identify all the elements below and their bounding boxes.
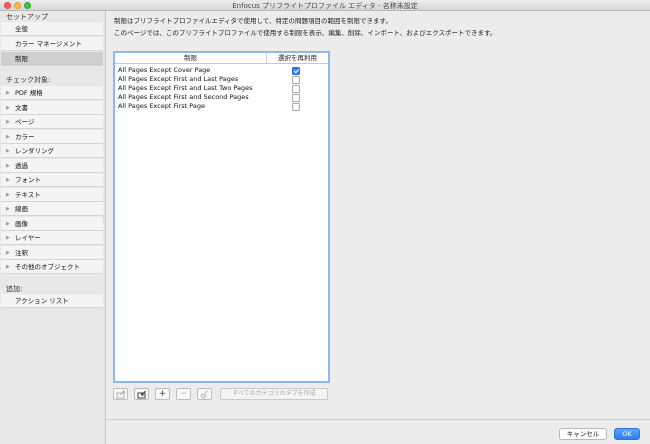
table-row[interactable]: All Pages Except First and Last Two Page… <box>115 84 328 93</box>
table-row[interactable]: All Pages Except Cover Page <box>115 66 328 75</box>
restrictions-table[interactable]: 制限 選択を再利用 All Pages Except Cover Page Al… <box>113 51 330 383</box>
disclosure-triangle-icon[interactable]: ▶ <box>6 188 10 202</box>
disclosure-triangle-icon[interactable]: ▶ <box>6 202 10 216</box>
disclosure-triangle-icon[interactable]: ▶ <box>6 231 10 245</box>
sidebar-item-restrictions[interactable]: 制限 <box>1 52 103 66</box>
sidebar-item-fonts[interactable]: ▶ フォント <box>1 173 103 187</box>
restriction-name: All Pages Except First and Last Two Page… <box>118 84 253 92</box>
disclosure-triangle-icon[interactable]: ▶ <box>6 101 10 115</box>
add-restriction-button[interactable]: + <box>155 388 170 400</box>
disclosure-triangle-icon[interactable]: ▶ <box>6 217 10 231</box>
sidebar-item-text[interactable]: ▶ テキスト <box>1 187 103 202</box>
sidebar-item-label: 全般 <box>15 25 28 33</box>
sidebar-item-label: レイヤー <box>15 234 41 242</box>
disclosure-triangle-icon[interactable]: ▶ <box>6 86 10 100</box>
sidebar-item-line-art[interactable]: ▶ 線画 <box>1 202 103 216</box>
column-header-reuse-selection[interactable]: 選択を再利用 <box>267 53 328 64</box>
make-tabs-for-all-categories-button[interactable]: すべてのカテゴリのタブを作成 <box>220 388 328 400</box>
table-row[interactable]: All Pages Except First and Last Pages <box>115 75 328 84</box>
disclosure-triangle-icon[interactable]: ▶ <box>6 173 10 187</box>
restriction-name: All Pages Except Cover Page <box>118 66 211 74</box>
sidebar-item-document[interactable]: ▶ 文書 <box>1 100 103 115</box>
restriction-name: All Pages Except First and Last Pages <box>118 75 239 83</box>
sidebar-item-label: 線画 <box>15 205 28 213</box>
disclosure-triangle-icon[interactable]: ▶ <box>6 159 10 173</box>
reuse-checkbox[interactable] <box>292 94 300 102</box>
check-header: チェック対象: <box>6 76 51 84</box>
table-row[interactable]: All Pages Except First and Second Pages <box>115 93 328 102</box>
reuse-checkbox[interactable] <box>292 67 300 75</box>
column-header-restriction[interactable]: 制限 <box>115 53 267 64</box>
restriction-name: All Pages Except First Page <box>118 102 205 110</box>
sidebar-item-label: 文書 <box>15 103 28 112</box>
sidebar: セットアップ 全般 カラー マネージメント 制限 チェック対象: ▶ PDF 規格… <box>0 11 107 444</box>
disclosure-triangle-icon[interactable]: ▶ <box>6 246 10 260</box>
description-line-2: このページでは、このプリフライトプロファイルで使用する制限を表示、編集、削除、イ… <box>114 29 497 37</box>
sidebar-item-label: 制限 <box>15 55 28 63</box>
add-header: 追加: <box>6 285 23 293</box>
sidebar-item-action-list[interactable]: アクション リスト <box>1 294 103 308</box>
sidebar-item-layers[interactable]: ▶ レイヤー <box>1 231 103 245</box>
table-header: 制限 選択を再利用 <box>115 53 328 64</box>
sidebar-item-transparency[interactable]: ▶ 透過 <box>1 158 103 173</box>
export-icon <box>116 390 125 399</box>
sidebar-item-label: 透過 <box>15 161 28 170</box>
import-icon <box>137 390 146 399</box>
sidebar-item-label: 注釈 <box>15 248 28 257</box>
footer-divider <box>107 419 650 420</box>
setup-header: セットアップ <box>6 13 48 21</box>
reuse-checkbox[interactable] <box>292 76 300 84</box>
sidebar-item-page[interactable]: ▶ ページ <box>1 115 103 129</box>
restriction-name: All Pages Except First and Second Pages <box>118 93 249 101</box>
broom-icon <box>200 390 208 399</box>
splitter-handle-icon[interactable]: ⋮ <box>101 216 107 224</box>
sidebar-item-label: PDF 規格 <box>15 89 43 97</box>
sidebar-item-annotations[interactable]: ▶ 注釈 <box>1 245 103 260</box>
sidebar-item-label: ページ <box>15 118 35 126</box>
table-row[interactable]: All Pages Except First Page <box>115 102 328 111</box>
sidebar-item-general[interactable]: 全般 <box>1 22 103 36</box>
sidebar-item-label: アクション リスト <box>15 297 69 305</box>
disclosure-triangle-icon[interactable]: ▶ <box>6 144 10 158</box>
sidebar-item-pdf-standard[interactable]: ▶ PDF 規格 <box>1 86 103 100</box>
import-button[interactable] <box>134 388 149 400</box>
reuse-checkbox[interactable] <box>292 103 300 111</box>
cancel-button[interactable]: キャンセル <box>559 428 607 440</box>
sidebar-item-label: カラー <box>15 132 35 141</box>
window-title: Enfocus プリフライトプロファイル エディタ - 名称未設定 <box>232 2 418 10</box>
clean-button[interactable] <box>197 388 212 400</box>
disclosure-triangle-icon[interactable]: ▶ <box>6 130 10 144</box>
sidebar-item-other-objects[interactable]: ▶ その他のオブジェクト <box>1 260 103 274</box>
sidebar-item-color-management[interactable]: カラー マネージメント <box>1 37 103 51</box>
ok-button[interactable]: OK <box>614 428 640 440</box>
sidebar-item-images[interactable]: ▶ 画像 <box>1 216 103 231</box>
sidebar-item-label: 画像 <box>15 219 28 228</box>
title-bar: Enfocus プリフライトプロファイル エディタ - 名称未設定 <box>0 0 650 11</box>
sidebar-item-label: カラー マネージメント <box>15 40 82 48</box>
disclosure-triangle-icon[interactable]: ▶ <box>6 115 10 129</box>
sidebar-item-label: その他のオブジェクト <box>15 263 80 271</box>
sidebar-item-label: フォント <box>15 176 41 184</box>
sidebar-item-label: テキスト <box>15 190 41 199</box>
sidebar-item-color[interactable]: ▶ カラー <box>1 129 103 144</box>
sidebar-item-label: レンダリング <box>15 147 54 155</box>
reuse-checkbox[interactable] <box>292 85 300 93</box>
remove-restriction-button[interactable]: − <box>176 388 191 400</box>
disclosure-triangle-icon[interactable]: ▶ <box>6 260 10 274</box>
description-line-1: 制限はプリフライトプロファイルエディタで使用して、特定の問題項目の範囲を制限でき… <box>114 17 392 25</box>
sidebar-item-rendering[interactable]: ▶ レンダリング <box>1 144 103 158</box>
export-button[interactable] <box>113 388 128 400</box>
